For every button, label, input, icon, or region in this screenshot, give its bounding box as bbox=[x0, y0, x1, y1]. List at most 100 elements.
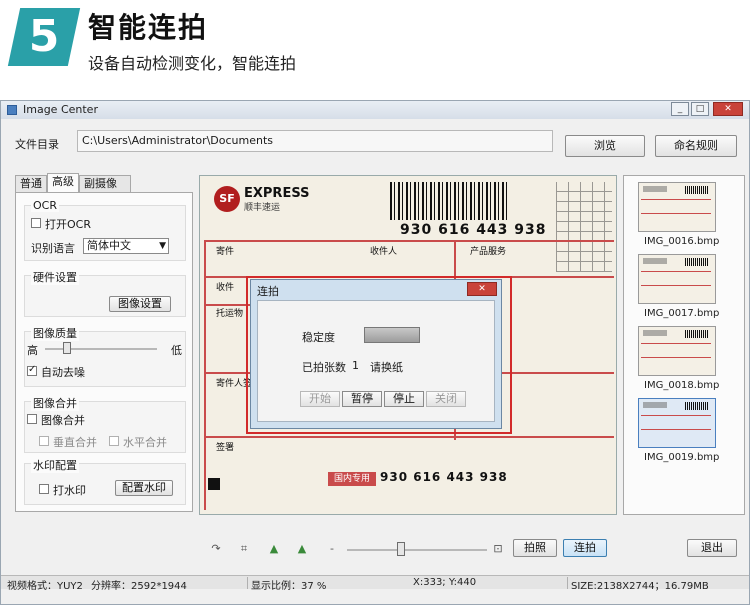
flip-right-icon[interactable]: ▲ bbox=[295, 543, 309, 555]
zoom-fit-icon[interactable]: ⊡ bbox=[491, 543, 505, 555]
ocr-checkbox[interactable] bbox=[31, 218, 41, 228]
tracking-number: 930 616 443 938 bbox=[400, 222, 547, 238]
continuous-capture-button[interactable]: 连拍 bbox=[563, 539, 607, 557]
image-settings-button[interactable]: 图像设置 bbox=[109, 296, 171, 312]
app-icon bbox=[7, 105, 17, 115]
denoise-checkbox[interactable] bbox=[27, 364, 37, 376]
advanced-settings-panel: OCR 打开OCR 识别语言 简体中文 ▼ 硬件设置 图像设置 图像质量 高 低 … bbox=[15, 192, 193, 512]
title-bar: Image Center _ □ ✕ bbox=[1, 101, 749, 119]
zoom-slider[interactable] bbox=[397, 542, 405, 556]
section-service: 产品服务 bbox=[470, 247, 507, 257]
thumbnail-label: IMG_0018.bmp bbox=[644, 380, 720, 391]
ocr-language-select[interactable]: 简体中文 ▼ bbox=[83, 238, 169, 254]
browse-button[interactable]: 浏览 bbox=[565, 135, 645, 157]
hardware-group: 硬件设置 图像设置 bbox=[24, 269, 186, 317]
barcode bbox=[390, 182, 510, 220]
brand-name: EXPRESS bbox=[244, 186, 310, 201]
thumbnail-image[interactable] bbox=[638, 254, 716, 304]
flip-left-icon[interactable]: ▲ bbox=[267, 543, 281, 555]
shot-count-value: 1 bbox=[352, 359, 359, 372]
stability-indicator bbox=[364, 327, 420, 343]
watermark-group: 水印配置 打水印 配置水印 bbox=[24, 457, 186, 505]
quality-slider-track bbox=[45, 348, 157, 350]
thumbnail-list: IMG_0016.bmp IMG_0017.bmp IMG_0018.bmp I… bbox=[623, 175, 745, 515]
status-size: SIZE:2138X2744；16.79MB bbox=[571, 581, 709, 592]
section-receiver: 收件 bbox=[216, 283, 235, 293]
status-separator bbox=[567, 577, 568, 589]
section-sign: 签署 bbox=[216, 443, 235, 453]
start-button[interactable]: 开始 bbox=[300, 391, 340, 407]
thumbnail-label: IMG_0019.bmp bbox=[644, 452, 720, 463]
merge-enable-label: 图像合并 bbox=[41, 414, 85, 427]
hardware-group-title: 硬件设置 bbox=[31, 269, 79, 285]
domestic-stamp: 国内专用 bbox=[328, 472, 376, 486]
vertical-merge-checkbox[interactable] bbox=[39, 436, 49, 446]
tracking-number-footer: 930 616 443 938 bbox=[380, 470, 508, 484]
configure-watermark-button[interactable]: 配置水印 bbox=[115, 480, 173, 496]
quality-group: 图像质量 高 低 自动去噪 bbox=[24, 325, 186, 387]
stop-button[interactable]: 停止 bbox=[384, 391, 424, 407]
continuous-capture-dialog: 连拍 ✕ 稳定度 已拍张数 1 请换纸 开始 暂停 停止 关闭 bbox=[250, 279, 502, 429]
close-button[interactable]: 关闭 bbox=[426, 391, 466, 407]
denoise-label: 自动去噪 bbox=[41, 366, 85, 379]
ocr-language-label: 识别语言 bbox=[31, 242, 75, 255]
section-sender: 寄件 bbox=[216, 247, 235, 257]
corner-marker bbox=[208, 478, 220, 490]
exit-button[interactable]: 退出 bbox=[687, 539, 737, 557]
zoom-slider-track bbox=[347, 549, 487, 551]
quality-slider[interactable] bbox=[63, 342, 72, 354]
horizontal-merge-label: 水平合并 bbox=[123, 436, 167, 449]
feature-banner: 5 智能连拍 设备自动检测变化，智能连拍 bbox=[0, 0, 750, 100]
close-icon[interactable]: ✕ bbox=[713, 102, 743, 116]
capture-button[interactable]: 拍照 bbox=[513, 539, 557, 557]
rotate-icon[interactable]: ↷ bbox=[209, 543, 223, 555]
merge-group: 图像合并 图像合并 垂直合并 水平合并 bbox=[24, 395, 186, 453]
quality-group-title: 图像质量 bbox=[31, 325, 79, 341]
status-resolution: 分辨率：2592*1944 bbox=[91, 581, 187, 592]
dialog-title: 连拍 bbox=[257, 285, 279, 298]
window-title: Image Center bbox=[23, 103, 98, 116]
thumbnail-image[interactable] bbox=[638, 326, 716, 376]
thumbnail-label: IMG_0017.bmp bbox=[644, 308, 720, 319]
directory-label: 文件目录 bbox=[15, 138, 59, 151]
pause-button[interactable]: 暂停 bbox=[342, 391, 382, 407]
status-coords: X:333; Y:440 bbox=[413, 577, 477, 588]
watermark-checkbox[interactable] bbox=[39, 484, 49, 494]
status-separator bbox=[247, 577, 248, 589]
merge-group-title: 图像合并 bbox=[31, 395, 79, 411]
ocr-group-title: OCR bbox=[31, 199, 59, 212]
maximize-icon[interactable]: □ bbox=[691, 102, 709, 116]
horizontal-merge-checkbox[interactable] bbox=[109, 436, 119, 446]
status-video-format: 视频格式：YUY2 bbox=[7, 581, 83, 592]
vertical-merge-label: 垂直合并 bbox=[53, 436, 97, 449]
quality-high-label: 高 bbox=[27, 344, 38, 357]
sf-logo: SF bbox=[214, 186, 240, 212]
tab-secondary-camera[interactable]: 副摄像头 bbox=[79, 175, 131, 206]
ocr-enable-label: 打开OCR bbox=[45, 218, 91, 231]
directory-path-field[interactable]: C:\Users\Administrator\Documents bbox=[77, 130, 553, 152]
zoom-out-icon[interactable]: - bbox=[325, 543, 339, 555]
form-rule bbox=[204, 240, 614, 242]
crop-icon[interactable]: ⌗ bbox=[237, 543, 251, 555]
thumbnail-image-selected[interactable] bbox=[638, 398, 716, 448]
checkbox-grid bbox=[556, 182, 612, 272]
minimize-icon[interactable]: _ bbox=[671, 102, 689, 116]
watermark-enable-label: 打水印 bbox=[53, 484, 86, 497]
dialog-body: 稳定度 已拍张数 1 请换纸 开始 暂停 停止 关闭 bbox=[257, 300, 495, 422]
tab-advanced[interactable]: 高级 bbox=[47, 173, 79, 193]
close-icon[interactable]: ✕ bbox=[467, 282, 497, 296]
tab-normal[interactable]: 普通 bbox=[15, 175, 47, 193]
banner-title: 智能连拍 bbox=[88, 11, 209, 44]
dialog-status: 请换纸 bbox=[370, 361, 403, 374]
form-rule bbox=[204, 436, 614, 438]
merge-checkbox[interactable] bbox=[27, 414, 37, 424]
banner-subtitle: 设备自动检测变化，智能连拍 bbox=[88, 54, 297, 73]
thumbnail-image[interactable] bbox=[638, 182, 716, 232]
section-goods: 托运物 bbox=[216, 309, 244, 319]
brand-name-cn: 顺丰速运 bbox=[244, 203, 281, 213]
naming-rule-button[interactable]: 命名规则 bbox=[655, 135, 737, 157]
form-rule bbox=[204, 240, 206, 510]
shot-count-label: 已拍张数 bbox=[302, 361, 346, 374]
thumbnail-label: IMG_0016.bmp bbox=[644, 236, 720, 247]
ocr-group: OCR 打开OCR 识别语言 简体中文 ▼ bbox=[24, 199, 186, 261]
